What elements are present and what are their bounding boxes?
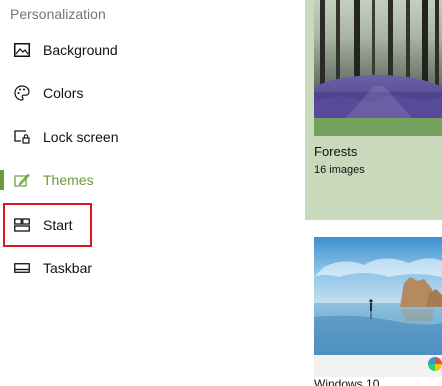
sidebar: Personalization Background Colors Lock s… — [0, 0, 290, 386]
sidebar-item-label: Taskbar — [43, 260, 93, 276]
personalization-settings: Personalization Background Colors Lock s… — [0, 0, 442, 386]
themes-icon — [13, 171, 31, 189]
beach-thumbnail — [314, 237, 442, 355]
sidebar-item-label: Start — [43, 217, 73, 233]
color-wheel-icon — [428, 357, 442, 371]
sidebar-item-label: Background — [43, 42, 118, 58]
theme-caption-strip — [314, 355, 442, 377]
theme-accent-bar — [314, 118, 442, 136]
themes-panel: Forests 16 images Windows 10 — [290, 0, 442, 386]
sidebar-item-themes[interactable]: Themes — [0, 160, 290, 200]
sidebar-item-start[interactable]: Start — [0, 205, 290, 245]
section-title: Personalization — [10, 6, 106, 22]
taskbar-icon — [13, 259, 31, 277]
start-icon — [13, 216, 31, 234]
sidebar-item-label: Themes — [43, 172, 94, 188]
sidebar-item-taskbar[interactable]: Taskbar — [0, 248, 290, 288]
sidebar-item-label: Colors — [43, 85, 84, 101]
forest-thumbnail — [314, 0, 442, 120]
lock-screen-icon — [13, 128, 31, 146]
theme-card-windows-10[interactable]: Windows 10 — [314, 237, 442, 386]
sidebar-item-colors[interactable]: Colors — [0, 73, 290, 113]
image-icon — [13, 41, 31, 59]
theme-image-count: 16 images — [314, 164, 365, 176]
sidebar-item-lock-screen[interactable]: Lock screen — [0, 117, 290, 157]
sidebar-item-background[interactable]: Background — [0, 30, 290, 70]
theme-name: Forests — [314, 144, 358, 159]
theme-card-forests[interactable]: Forests 16 images — [305, 0, 442, 220]
palette-icon — [13, 84, 31, 102]
sidebar-item-label: Lock screen — [43, 129, 119, 145]
theme-name: Windows 10 — [314, 377, 380, 386]
